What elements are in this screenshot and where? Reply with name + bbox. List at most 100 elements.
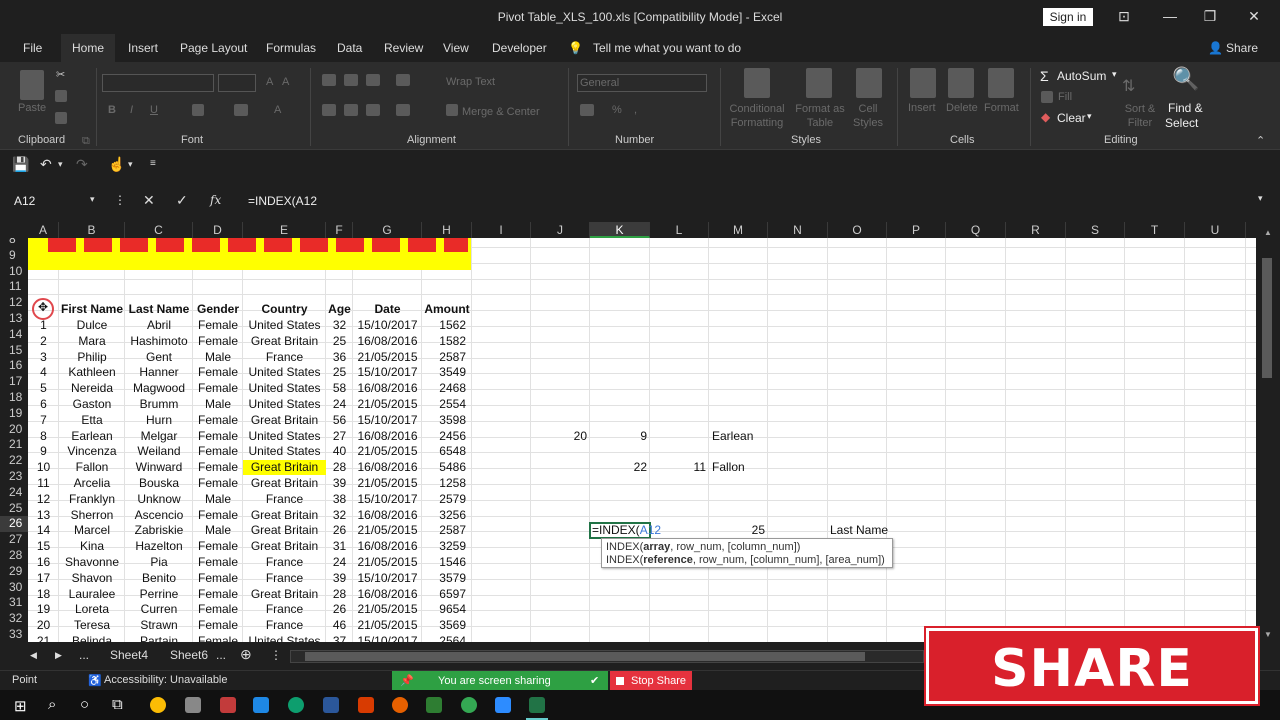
row-header[interactable]: 9 bbox=[0, 248, 28, 264]
ribbon-display-icon[interactable]: ⊡ bbox=[1114, 8, 1134, 25]
column-header[interactable]: D bbox=[193, 222, 243, 238]
table-cell[interactable]: 16/08/2016 bbox=[353, 334, 422, 349]
table-cell[interactable]: 15/10/2017 bbox=[353, 413, 422, 428]
table-cell[interactable]: Curren bbox=[125, 602, 193, 617]
more-sheets-left[interactable]: ... bbox=[79, 648, 89, 662]
cell-k22[interactable]: 22 bbox=[590, 460, 650, 475]
table-cell[interactable]: 16/08/2016 bbox=[353, 429, 422, 444]
table-cell[interactable]: 16/08/2016 bbox=[353, 381, 422, 396]
table-cell[interactable]: 15/10/2017 bbox=[353, 634, 422, 642]
table-cell[interactable]: Dulce bbox=[59, 318, 125, 333]
table-cell[interactable]: Lauralee bbox=[59, 587, 125, 602]
cancel-icon[interactable]: ✕ bbox=[143, 192, 155, 209]
table-cell[interactable]: Hanner bbox=[125, 365, 193, 380]
autosum-button[interactable]: AutoSum bbox=[1057, 69, 1106, 83]
table-cell[interactable]: 32 bbox=[326, 318, 353, 333]
table-cell[interactable]: Great Britain bbox=[243, 460, 326, 476]
table-cell[interactable]: Abril bbox=[125, 318, 193, 333]
windows-start-icon[interactable]: ⊞ bbox=[14, 697, 27, 715]
table-cell[interactable]: France bbox=[243, 555, 326, 570]
table-cell[interactable]: 1582 bbox=[422, 334, 472, 349]
tab-developer[interactable]: Developer bbox=[492, 41, 547, 55]
table-cell[interactable]: Great Britain bbox=[243, 413, 326, 428]
table-cell[interactable]: 15/10/2017 bbox=[353, 365, 422, 380]
chevron-down-icon[interactable]: ▾ bbox=[128, 159, 133, 170]
table-cell[interactable]: 1562 bbox=[422, 318, 472, 333]
table-cell[interactable]: 6 bbox=[28, 397, 59, 412]
chrome-icon[interactable] bbox=[461, 697, 477, 713]
table-cell[interactable]: Female bbox=[193, 602, 243, 617]
table-cell[interactable]: 5486 bbox=[422, 460, 472, 475]
row-header[interactable]: 10 bbox=[0, 264, 28, 280]
table-cell[interactable]: 6548 bbox=[422, 444, 472, 459]
row-header[interactable]: 14 bbox=[0, 327, 28, 343]
fill-icon[interactable] bbox=[1041, 91, 1053, 103]
column-header[interactable]: N bbox=[768, 222, 828, 238]
table-cell[interactable]: 3259 bbox=[422, 539, 472, 554]
table-cell[interactable]: 2579 bbox=[422, 492, 472, 507]
row-header[interactable]: 16 bbox=[0, 358, 28, 374]
vertical-scrollbar[interactable]: ▲ ▼ bbox=[1256, 222, 1280, 642]
table-cell[interactable]: 21/05/2015 bbox=[353, 397, 422, 412]
table-cell[interactable]: Female bbox=[193, 429, 243, 444]
table-cell[interactable]: 3598 bbox=[422, 413, 472, 428]
column-header[interactable]: A bbox=[28, 222, 59, 238]
table-cell[interactable]: 10 bbox=[28, 460, 59, 475]
table-cell[interactable]: Loreta bbox=[59, 602, 125, 617]
table-cell[interactable]: 15/10/2017 bbox=[353, 318, 422, 333]
table-cell[interactable]: Philip bbox=[59, 350, 125, 365]
column-header[interactable]: E bbox=[243, 222, 326, 238]
delete-cells-button[interactable]: Delete bbox=[946, 102, 978, 114]
table-cell[interactable]: 21/05/2015 bbox=[353, 523, 422, 538]
table-cell[interactable]: 58 bbox=[326, 381, 353, 396]
tab-data[interactable]: Data bbox=[337, 41, 362, 55]
sign-in-button[interactable]: Sign in bbox=[1043, 8, 1093, 26]
table-cell[interactable]: 2456 bbox=[422, 429, 472, 444]
table-cell[interactable]: 9654 bbox=[422, 602, 472, 617]
row-header[interactable]: 18 bbox=[0, 390, 28, 406]
share-button[interactable]: Share bbox=[1226, 41, 1258, 55]
format-as-table-button[interactable]: Format as Table bbox=[792, 102, 848, 130]
table-cell[interactable]: Kina bbox=[59, 539, 125, 554]
row-header[interactable]: 31 bbox=[0, 595, 28, 611]
find-select-label-1[interactable]: Find & bbox=[1168, 101, 1203, 115]
format-cells-button[interactable]: Format bbox=[984, 102, 1019, 114]
undo-icon[interactable]: ↶ bbox=[40, 156, 52, 173]
table-cell[interactable]: 12 bbox=[28, 492, 59, 507]
table-cell[interactable]: Female bbox=[193, 618, 243, 633]
horizontal-scrollbar[interactable] bbox=[290, 650, 924, 663]
column-header[interactable]: F bbox=[326, 222, 353, 238]
table-cell[interactable]: Teresa bbox=[59, 618, 125, 633]
align-center-icon[interactable] bbox=[344, 104, 358, 116]
table-cell[interactable]: Female bbox=[193, 460, 243, 475]
tab-page-layout[interactable]: Page Layout bbox=[180, 41, 247, 55]
fill-color-icon[interactable] bbox=[234, 104, 248, 116]
chevron-down-icon[interactable]: ▾ bbox=[1087, 111, 1092, 122]
table-cell[interactable]: Hurn bbox=[125, 413, 193, 428]
row-header[interactable]: 15 bbox=[0, 343, 28, 359]
clear-button[interactable]: Clear bbox=[1057, 111, 1086, 125]
scroll-down-icon[interactable]: ▼ bbox=[1264, 630, 1272, 639]
row-header[interactable]: 32 bbox=[0, 611, 28, 627]
row-header[interactable]: 20 bbox=[0, 422, 28, 438]
app-icon[interactable] bbox=[185, 697, 201, 713]
table-cell[interactable]: 16/08/2016 bbox=[353, 508, 422, 523]
table-cell[interactable]: 1 bbox=[28, 318, 59, 333]
table-cell[interactable]: 2587 bbox=[422, 523, 472, 538]
table-cell[interactable]: Great Britain bbox=[243, 587, 326, 602]
table-cell[interactable]: Nereida bbox=[59, 381, 125, 396]
find-select-label-2[interactable]: Select bbox=[1165, 116, 1198, 130]
column-header[interactable]: C bbox=[125, 222, 193, 238]
table-cell[interactable]: Fallon bbox=[59, 460, 125, 475]
table-cell[interactable]: 21/05/2015 bbox=[353, 350, 422, 365]
table-cell[interactable]: Etta bbox=[59, 413, 125, 428]
table-cell[interactable]: Female bbox=[193, 381, 243, 396]
table-cell[interactable]: 3549 bbox=[422, 365, 472, 380]
sort-filter-button[interactable]: Sort & Filter bbox=[1122, 102, 1158, 130]
table-cell[interactable]: 1546 bbox=[422, 555, 472, 570]
sheet-tab-sheet4[interactable]: Sheet4 bbox=[110, 648, 148, 662]
table-cell[interactable]: Great Britain bbox=[243, 508, 326, 523]
eraser-icon[interactable]: ◆ bbox=[1041, 110, 1050, 124]
merge-icon[interactable] bbox=[446, 104, 458, 116]
row-header[interactable]: 13 bbox=[0, 311, 28, 327]
